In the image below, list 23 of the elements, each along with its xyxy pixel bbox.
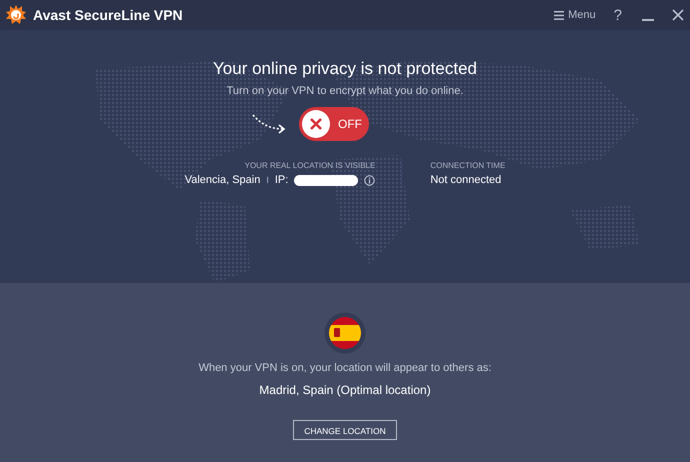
menu-icon [554, 10, 564, 20]
location-note: When your VPN is on, your location will appear to others as: [198, 362, 492, 374]
info-icon[interactable] [364, 174, 376, 186]
virtual-location: Madrid, Spain (Optimal location) [259, 383, 431, 397]
location-heading: YOUR REAL LOCATION IS VISIBLE [244, 161, 376, 170]
redaction-mark [294, 174, 358, 186]
help-button[interactable]: ? [614, 6, 622, 24]
real-location: Valencia, Spain [184, 174, 260, 186]
cross-icon [309, 117, 323, 131]
spain-flag-icon [324, 312, 366, 354]
separator: I [266, 175, 269, 185]
dashed-arrow-icon [251, 113, 287, 135]
avast-logo-icon [5, 4, 27, 26]
window-title: Avast SecureLine VPN [33, 7, 184, 23]
menu-button[interactable]: Menu [554, 9, 596, 21]
change-location-button[interactable]: CHANGE LOCATION [293, 420, 397, 440]
connection-time: Not connected [430, 174, 502, 186]
privacy-subtitle: Turn on your VPN to encrypt what you do online. [226, 85, 464, 97]
privacy-headline: Your online privacy is not protected [213, 59, 477, 79]
connection-heading: CONNECTION TIME [430, 161, 506, 170]
close-icon[interactable] [672, 9, 684, 21]
vpn-toggle[interactable]: OFF [299, 107, 369, 141]
ip-label: IP: [274, 174, 288, 186]
